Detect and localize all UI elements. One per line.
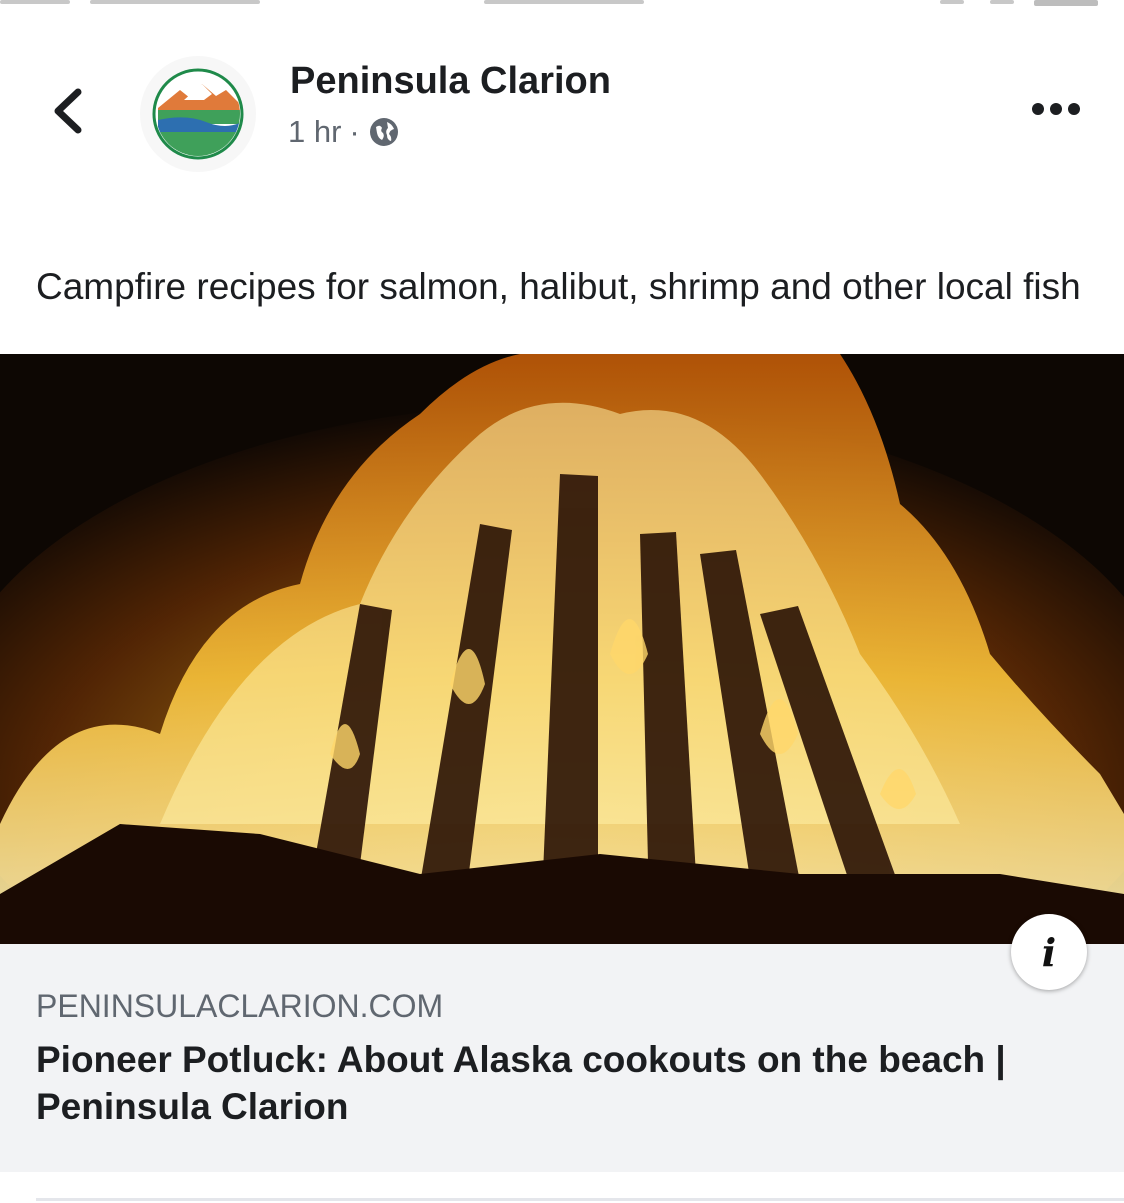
info-icon: i [1041, 929, 1057, 975]
globe-icon [369, 118, 398, 146]
more-options-button[interactable] [1028, 94, 1084, 124]
post-header: Peninsula Clarion 1 hr · [0, 48, 1124, 178]
info-button[interactable]: i [1011, 914, 1087, 990]
link-domain: PENINSULACLARION.COM [36, 988, 444, 1024]
page-name[interactable]: Peninsula Clarion [290, 60, 611, 103]
post-time[interactable]: 1 hr [288, 114, 341, 150]
more-horizontal-icon [1032, 103, 1080, 115]
status-bar [0, 0, 1124, 8]
link-preview-image[interactable] [0, 354, 1124, 944]
meta-separator: · [349, 114, 360, 149]
back-button[interactable] [44, 76, 94, 146]
link-title[interactable]: Pioneer Potluck: About Alaska cookouts o… [36, 1036, 1016, 1130]
post-meta: 1 hr · [288, 114, 400, 150]
avatar[interactable] [140, 56, 256, 172]
post-caption: Campfire recipes for salmon, halibut, sh… [36, 266, 1081, 307]
campfire-image [0, 354, 1124, 944]
divider [36, 1198, 1124, 1201]
peninsula-clarion-logo [152, 68, 244, 160]
chevron-left-icon [54, 88, 82, 134]
link-preview-card[interactable]: PENINSULACLARION.COM Pioneer Potluck: Ab… [0, 944, 1124, 1172]
